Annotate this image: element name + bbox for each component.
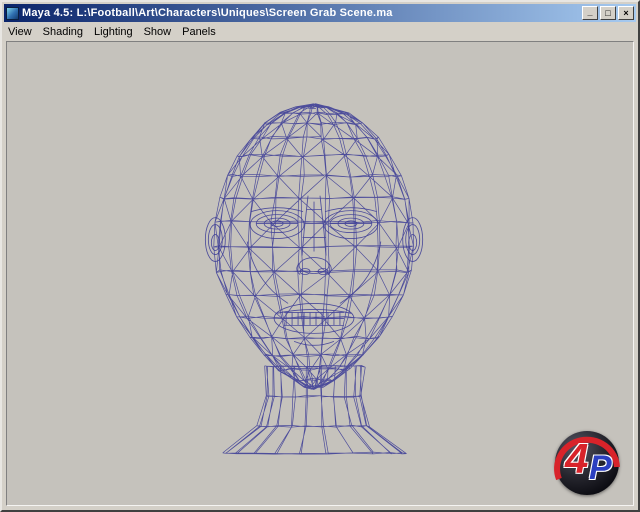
menu-lighting[interactable]: Lighting	[90, 25, 140, 39]
minimize-button-icon[interactable]: _	[582, 6, 598, 20]
viewport-canvas[interactable]	[7, 42, 633, 505]
maximize-button-icon[interactable]: □	[600, 6, 616, 20]
close-button-icon[interactable]: ×	[618, 6, 634, 20]
menu-show[interactable]: Show	[140, 25, 179, 39]
head-wireframe-mesh	[214, 104, 414, 455]
window-title: Maya 4.5: L:\Football\Art\Characters\Uni…	[22, 7, 578, 19]
menu-shading[interactable]: Shading	[39, 25, 90, 39]
titlebar[interactable]: Maya 4.5: L:\Football\Art\Characters\Uni…	[4, 4, 636, 22]
window-controls: _ □ ×	[582, 6, 634, 20]
perspective-viewport[interactable]: 4 P	[6, 41, 634, 506]
menu-view[interactable]: View	[5, 25, 39, 39]
maya-window: Maya 4.5: L:\Football\Art\Characters\Uni…	[0, 0, 640, 512]
menubar: View Shading Lighting Show Panels	[5, 24, 635, 39]
menu-panels[interactable]: Panels	[178, 25, 223, 39]
maya-app-icon	[6, 7, 19, 20]
